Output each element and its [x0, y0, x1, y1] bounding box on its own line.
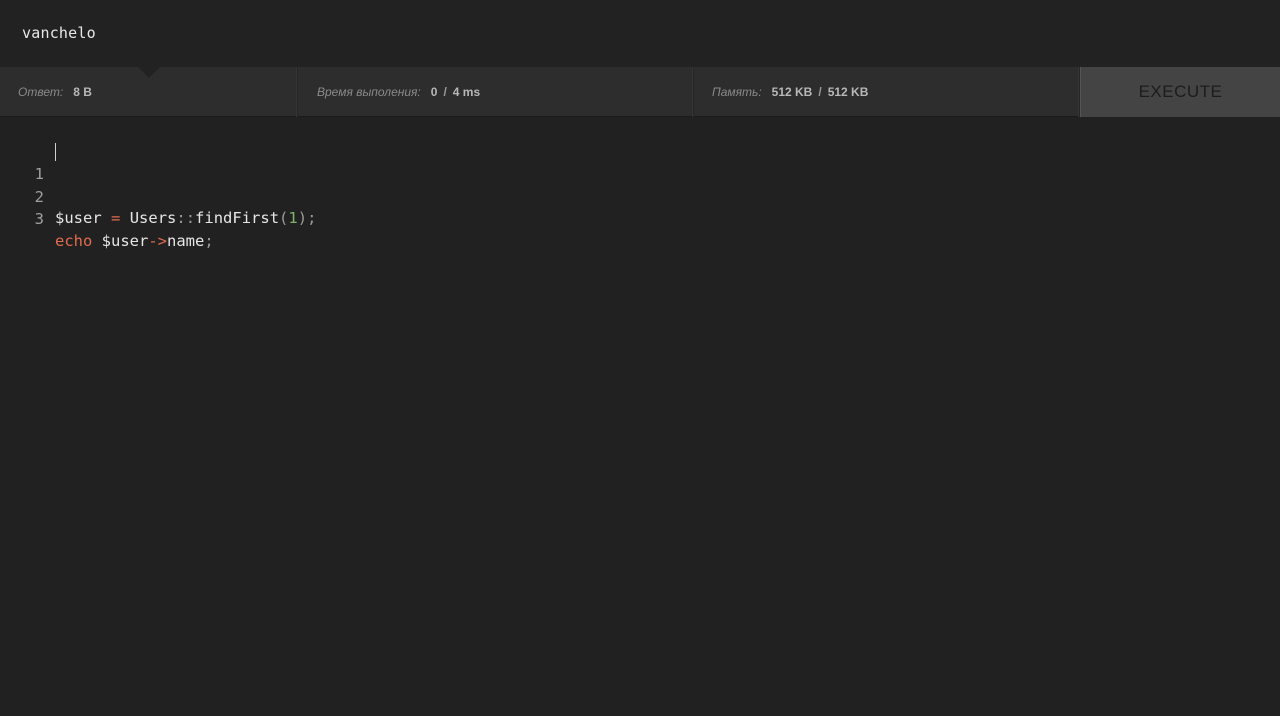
execution-time-label: Время выполения:: [317, 85, 421, 99]
execution-time-limit: 4 ms: [452, 85, 481, 99]
output-pointer-notch: [138, 67, 160, 78]
code-variable: $user: [55, 209, 102, 227]
code-arrow-operator: ->: [148, 232, 168, 250]
answer-size-label: Ответ:: [18, 85, 64, 99]
code-class: Users: [129, 209, 177, 227]
code-semicolon: ;: [204, 232, 214, 250]
code-scope-operator: ::: [176, 209, 196, 227]
execute-button[interactable]: EXECUTE: [1080, 67, 1280, 117]
code-number: 1: [288, 209, 298, 227]
memory-limit: 512 KB: [827, 85, 869, 99]
execution-time-value: 0: [430, 85, 438, 99]
code-line[interactable]: 3 echo $user->name;: [0, 186, 214, 250]
code-keyword: echo: [55, 232, 93, 250]
code-paren: (: [279, 209, 289, 227]
answer-size-value: 8 B: [73, 85, 92, 99]
execution-time-stat: Время выполения: 0 / 4 ms: [298, 67, 694, 117]
code-paren: ): [297, 209, 308, 227]
line-code[interactable]: echo $user->name;: [55, 230, 214, 252]
line-number: 3: [34, 210, 44, 228]
memory-value: 512 KB: [771, 85, 813, 99]
code-line[interactable]: 2: [0, 164, 44, 206]
output-panel: vanchelo: [0, 0, 1280, 67]
memory-stat: Память: 512 KB / 512 KB: [694, 67, 1080, 117]
execution-time-separator: /: [443, 85, 447, 99]
line-code[interactable]: $user = Users::findFirst(1);: [55, 207, 316, 229]
memory-label: Память:: [712, 85, 762, 99]
code-property: name: [167, 232, 205, 250]
code-operator: =: [111, 209, 121, 227]
code-method: findFirst: [195, 209, 280, 227]
code-semicolon: ;: [307, 209, 317, 227]
code-line[interactable]: 1 $user = Users::findFirst(1);: [0, 141, 316, 227]
text-cursor: [55, 143, 56, 161]
output-text: vanchelo: [22, 24, 96, 42]
code-editor[interactable]: 1 $user = Users::findFirst(1); 2 3 echo …: [0, 118, 1280, 716]
code-variable: $user: [101, 232, 149, 250]
memory-separator: /: [818, 85, 822, 99]
